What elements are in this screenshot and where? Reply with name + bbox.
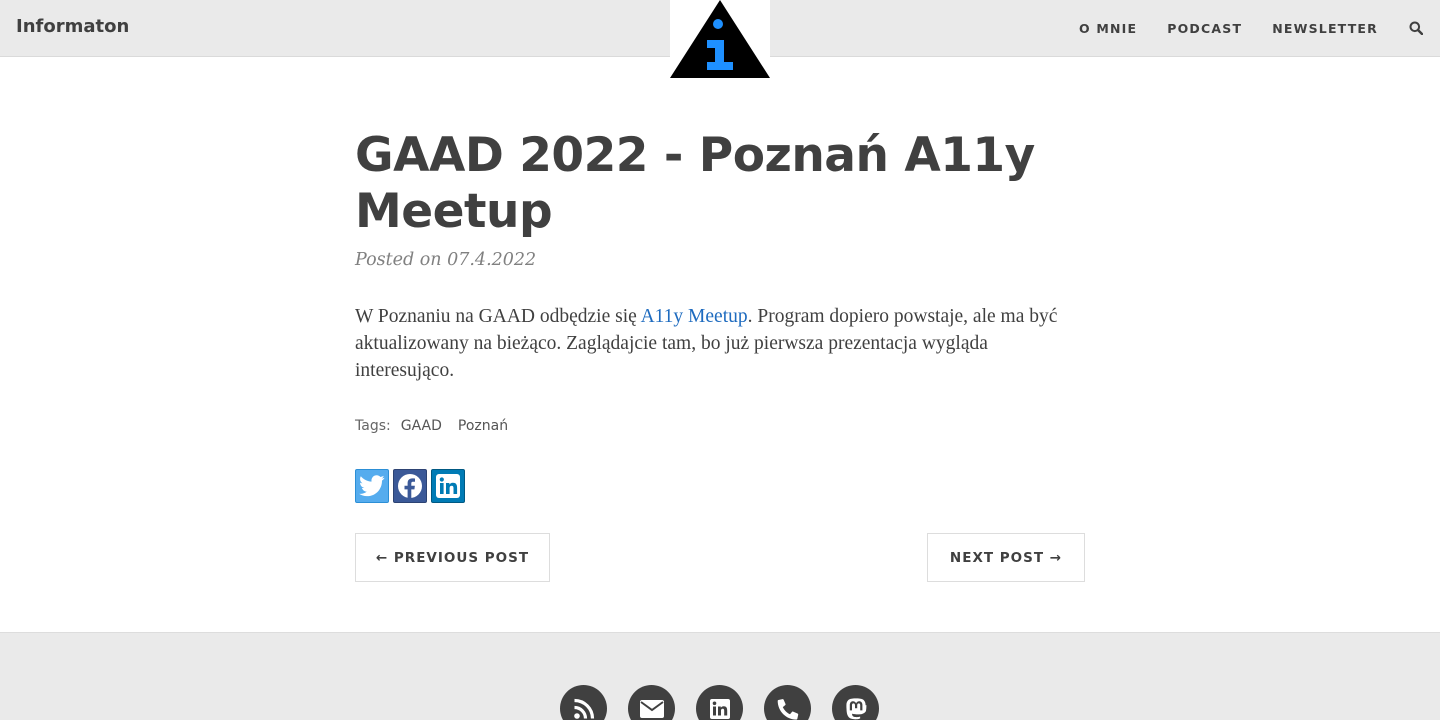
linkedin-icon[interactable] <box>696 685 743 720</box>
previous-post-button[interactable]: ← PREVIOUS POST <box>355 533 550 582</box>
nav-link-podcast[interactable]: PODCAST <box>1167 21 1242 36</box>
nav-link-o-mnie[interactable]: O MNIE <box>1079 21 1137 36</box>
nav-link-newsletter[interactable]: NEWSLETTER <box>1272 21 1378 36</box>
tag-gaad[interactable]: GAAD <box>401 418 442 434</box>
info-triangle-logo <box>670 0 770 78</box>
search-icon[interactable] <box>1408 20 1424 36</box>
tag-poznan[interactable]: Poznań <box>458 418 508 434</box>
twitter-icon <box>359 475 385 497</box>
nav-links: O MNIE PODCAST NEWSLETTER <box>1079 0 1424 56</box>
footer-social-icons <box>560 685 900 720</box>
footer <box>0 632 1440 720</box>
next-post-button[interactable]: NEXT POST → <box>927 533 1085 582</box>
brand-link[interactable]: Informaton <box>16 16 129 37</box>
post-date: Posted on 07.4.2022 <box>355 250 537 270</box>
tags-label: Tags: <box>355 418 391 434</box>
share-twitter-button[interactable] <box>355 469 389 503</box>
linkedin-icon <box>436 474 460 498</box>
post-body-text: W Poznaniu na GAAD odbędzie się <box>355 306 641 327</box>
a11y-meetup-link[interactable]: A11y Meetup <box>641 306 748 327</box>
share-buttons <box>355 469 469 503</box>
facebook-icon <box>398 474 422 499</box>
post-title: GAAD 2022 - Poznań A11y Meetup <box>355 128 1035 239</box>
post: GAAD 2022 - Poznań A11y Meetup Posted on… <box>355 128 1085 384</box>
envelope-icon[interactable] <box>628 685 675 720</box>
phone-icon[interactable] <box>764 685 811 720</box>
mastodon-icon[interactable] <box>832 685 879 720</box>
tags: Tags: GAAD Poznań <box>355 418 524 434</box>
share-linkedin-button[interactable] <box>431 469 465 503</box>
rss-icon[interactable] <box>560 685 607 720</box>
share-facebook-button[interactable] <box>393 469 427 503</box>
post-body: W Poznaniu na GAAD odbędzie się A11y Mee… <box>355 303 1085 384</box>
site-logo[interactable] <box>670 0 770 80</box>
